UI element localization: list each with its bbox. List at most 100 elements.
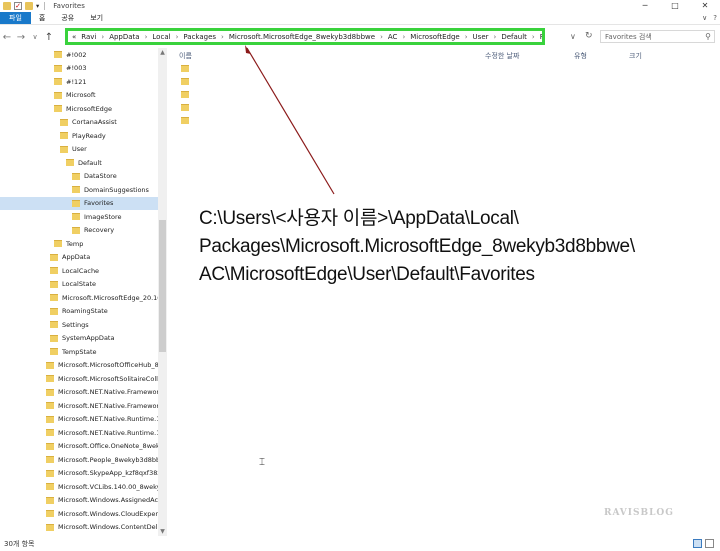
breadcrumb-item[interactable]: MicrosoftEdge bbox=[410, 33, 459, 41]
breadcrumb-separator-icon[interactable]: › bbox=[402, 33, 405, 41]
column-type[interactable]: 유형 bbox=[574, 51, 587, 61]
new-folder-icon[interactable] bbox=[25, 2, 33, 10]
tab-home[interactable]: 홈 bbox=[31, 12, 53, 24]
search-icon[interactable]: ⚲ bbox=[702, 32, 714, 41]
breadcrumb-item[interactable]: Favorites bbox=[540, 33, 542, 41]
scroll-down-arrow[interactable]: ▼ bbox=[158, 527, 167, 536]
tree-item[interactable]: Microsoft.People_8wekyb3d8bbw bbox=[0, 453, 158, 467]
folder-icon[interactable] bbox=[181, 91, 189, 98]
search-input[interactable]: Favorites 검색 bbox=[605, 32, 702, 42]
tree-item[interactable]: Favorites bbox=[0, 196, 158, 210]
minimize-button[interactable]: ─ bbox=[630, 0, 660, 12]
tree-item[interactable]: Microsoft.NET.Native.Framework. bbox=[0, 399, 158, 413]
address-dropdown-icon[interactable]: ∨ bbox=[570, 32, 576, 41]
tab-view[interactable]: 보기 bbox=[82, 12, 111, 24]
tree-item-label: Settings bbox=[62, 320, 89, 329]
breadcrumb-item[interactable]: Default bbox=[501, 33, 527, 41]
tree-item[interactable]: Temp bbox=[0, 237, 158, 251]
tree-item[interactable]: RoamingState bbox=[0, 305, 158, 319]
tree-item[interactable]: Microsoft.MicrosoftEdge_20.102 bbox=[0, 291, 158, 305]
tree-item[interactable]: Microsoft.NET.Native.Framework. bbox=[0, 386, 158, 400]
refresh-icon[interactable]: ↻ bbox=[585, 31, 593, 41]
tab-file[interactable]: 파일 bbox=[0, 12, 31, 24]
folder-icon[interactable] bbox=[181, 78, 189, 85]
tree-item[interactable]: ImageStore bbox=[0, 210, 158, 224]
tree-item[interactable]: LocalState bbox=[0, 278, 158, 292]
tree-item[interactable]: #!121 bbox=[0, 75, 158, 89]
tree-item[interactable]: LocalCache bbox=[0, 264, 158, 278]
breadcrumb-item[interactable]: Microsoft.MicrosoftEdge_8wekyb3d8bbwe bbox=[229, 33, 375, 41]
tree-item[interactable]: Microsoft.MicrosoftOfficeHub_8w bbox=[0, 359, 158, 373]
tree-item[interactable]: Microsoft.MicrosoftSolitaireCollect bbox=[0, 372, 158, 386]
folder-icon[interactable] bbox=[181, 117, 189, 124]
help-icon[interactable]: ? bbox=[713, 12, 717, 25]
properties-icon[interactable]: ✓ bbox=[14, 2, 22, 10]
nav-pane-scrollbar[interactable]: ▲ ▼ bbox=[158, 48, 167, 536]
tree-item[interactable]: Microsoft.Office.OneNote_8wekyb bbox=[0, 440, 158, 454]
breadcrumb-item[interactable]: Packages bbox=[183, 33, 216, 41]
tree-item[interactable]: PlayReady bbox=[0, 129, 158, 143]
folder-icon[interactable] bbox=[181, 104, 189, 111]
tree-item[interactable]: Microsoft.NET.Native.Runtime.1.0 bbox=[0, 413, 158, 427]
folder-icon[interactable] bbox=[181, 65, 189, 72]
folder-icon bbox=[54, 64, 62, 72]
back-button[interactable]: ← bbox=[0, 32, 14, 43]
tree-item[interactable]: #!003 bbox=[0, 62, 158, 76]
breadcrumb-separator-icon[interactable]: › bbox=[465, 33, 468, 41]
tree-item[interactable]: AppData bbox=[0, 251, 158, 265]
expand-ribbon-icon[interactable]: ∨ bbox=[702, 12, 707, 25]
tree-item[interactable]: Microsoft.NET.Native.Runtime.1.1 bbox=[0, 426, 158, 440]
folder-icon bbox=[54, 51, 62, 59]
tree-item[interactable]: Microsoft.Windows.AssignedAcce bbox=[0, 494, 158, 508]
tab-share[interactable]: 공유 bbox=[53, 12, 82, 24]
breadcrumb-separator-icon[interactable]: › bbox=[494, 33, 497, 41]
column-name[interactable]: 이름 bbox=[179, 51, 192, 61]
tree-item[interactable]: DomainSuggestions bbox=[0, 183, 158, 197]
up-button[interactable]: ↑ bbox=[42, 32, 56, 43]
forward-button[interactable]: → bbox=[14, 32, 28, 43]
tree-item[interactable]: #!002 bbox=[0, 48, 158, 62]
breadcrumb-item[interactable]: User bbox=[473, 33, 489, 41]
tree-item[interactable]: Microsoft.VCLibs.140.00_8wekyb bbox=[0, 480, 158, 494]
tree-item[interactable]: SystemAppData bbox=[0, 332, 158, 346]
breadcrumb-item[interactable]: AC bbox=[388, 33, 398, 41]
tree-item[interactable]: Microsoft.Windows.ContentDelive bbox=[0, 521, 158, 535]
details-view-button[interactable] bbox=[693, 539, 702, 548]
tree-item[interactable]: Settings bbox=[0, 318, 158, 332]
close-button[interactable]: ✕ bbox=[690, 0, 720, 12]
tree-item[interactable]: TempState bbox=[0, 345, 158, 359]
breadcrumb-separator-icon[interactable]: › bbox=[101, 33, 104, 41]
breadcrumb-item[interactable]: Local bbox=[152, 33, 170, 41]
address-bar[interactable]: « Ravi › AppData › Local › Packages › Microsoft.… bbox=[65, 28, 545, 45]
maximize-button[interactable]: □ bbox=[660, 0, 690, 12]
tree-item[interactable]: DataStore bbox=[0, 170, 158, 184]
breadcrumb-separator-icon[interactable]: › bbox=[145, 33, 148, 41]
breadcrumb-separator-icon[interactable]: › bbox=[532, 33, 535, 41]
customize-qa-icon[interactable]: ▾ bbox=[36, 2, 39, 10]
tree-item[interactable]: CortanaAssist bbox=[0, 116, 158, 130]
column-date-modified[interactable]: 수정한 날짜 bbox=[485, 51, 519, 61]
scrollbar-thumb[interactable] bbox=[159, 220, 166, 352]
breadcrumb-item[interactable]: AppData bbox=[109, 33, 139, 41]
tree-item[interactable]: Default bbox=[0, 156, 158, 170]
file-list: 이름 수정한 날짜 유형 크기 bbox=[168, 48, 720, 536]
breadcrumb-separator-icon[interactable]: › bbox=[176, 33, 179, 41]
address-overflow[interactable]: « bbox=[72, 33, 76, 41]
breadcrumb-separator-icon[interactable]: › bbox=[380, 33, 383, 41]
column-size[interactable]: 크기 bbox=[629, 51, 642, 61]
tree-item[interactable]: Recovery bbox=[0, 224, 158, 238]
scroll-up-arrow[interactable]: ▲ bbox=[158, 48, 167, 57]
tree-item-label: Microsoft.SkypeApp_kzf8qxf38zg bbox=[58, 469, 158, 478]
tree-item[interactable]: Microsoft.Windows.CloudExperien bbox=[0, 507, 158, 521]
breadcrumb-item[interactable]: Ravi bbox=[81, 33, 96, 41]
folder-icon bbox=[46, 483, 54, 491]
tree-item[interactable]: Microsoft bbox=[0, 89, 158, 103]
breadcrumb-separator-icon[interactable]: › bbox=[221, 33, 224, 41]
folder-icon bbox=[50, 294, 58, 302]
tree-item[interactable]: Microsoft.SkypeApp_kzf8qxf38zg bbox=[0, 467, 158, 481]
tree-item[interactable]: MicrosoftEdge bbox=[0, 102, 158, 116]
search-box[interactable]: Favorites 검색 ⚲ bbox=[600, 30, 715, 43]
tree-item[interactable]: User bbox=[0, 143, 158, 157]
large-icons-view-button[interactable] bbox=[705, 539, 714, 548]
recent-locations-button[interactable]: ∨ bbox=[28, 33, 42, 41]
